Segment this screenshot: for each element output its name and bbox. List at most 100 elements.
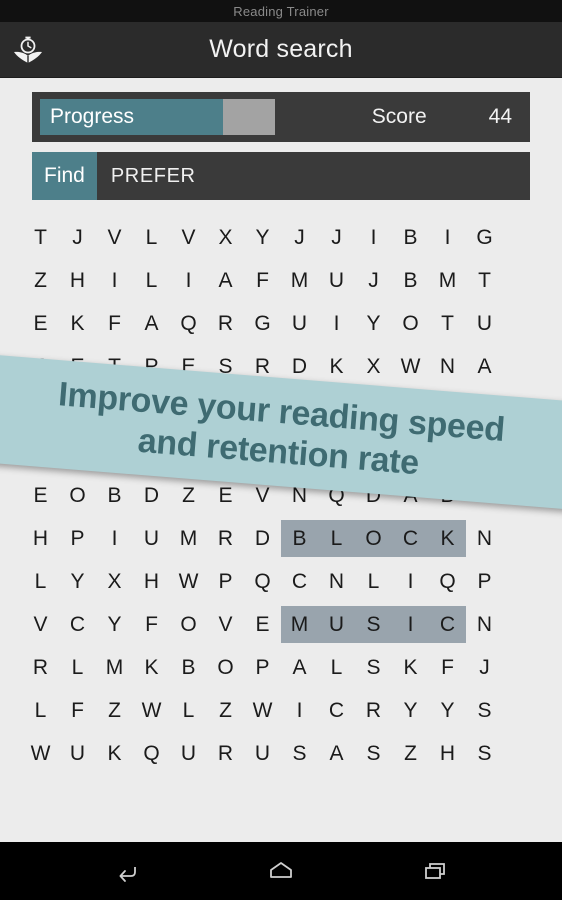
grid-cell[interactable]: Y — [59, 560, 96, 603]
grid-cell[interactable]: Y — [244, 216, 281, 259]
grid-cell[interactable]: K — [429, 517, 466, 560]
grid-cell[interactable]: T — [22, 216, 59, 259]
grid-cell[interactable]: P — [466, 560, 503, 603]
grid-cell[interactable]: I — [96, 259, 133, 302]
grid-cell[interactable]: D — [244, 517, 281, 560]
grid-cell[interactable]: V — [170, 216, 207, 259]
grid-cell[interactable]: T — [466, 259, 503, 302]
grid-cell[interactable]: W — [244, 689, 281, 732]
grid-cell[interactable]: O — [355, 517, 392, 560]
grid-cell[interactable]: A — [207, 259, 244, 302]
grid-cell[interactable]: C — [318, 689, 355, 732]
grid-cell[interactable]: I — [429, 216, 466, 259]
grid-cell[interactable]: A — [466, 345, 503, 388]
grid-cell[interactable]: L — [22, 689, 59, 732]
grid-row[interactable]: VCYFOVEMUSICN — [22, 603, 540, 646]
grid-cell[interactable]: F — [96, 302, 133, 345]
grid-cell[interactable]: Q — [133, 732, 170, 775]
grid-cell[interactable]: F — [59, 689, 96, 732]
grid-cell[interactable]: K — [59, 302, 96, 345]
grid-cell[interactable]: L — [318, 517, 355, 560]
grid-cell[interactable]: S — [466, 689, 503, 732]
grid-cell[interactable]: O — [170, 603, 207, 646]
grid-cell[interactable]: Z — [170, 474, 207, 517]
grid-row[interactable]: EKFAQRGUIYOTU — [22, 302, 540, 345]
grid-cell[interactable]: Z — [392, 732, 429, 775]
grid-cell[interactable]: M — [281, 603, 318, 646]
grid-cell[interactable]: S — [355, 732, 392, 775]
grid-cell[interactable]: C — [392, 517, 429, 560]
grid-cell[interactable]: S — [466, 732, 503, 775]
grid-cell[interactable]: J — [355, 259, 392, 302]
grid-cell[interactable]: L — [133, 259, 170, 302]
grid-cell[interactable]: A — [281, 646, 318, 689]
grid-cell[interactable]: U — [244, 732, 281, 775]
grid-cell[interactable]: N — [429, 345, 466, 388]
grid-cell[interactable]: P — [207, 560, 244, 603]
grid-cell[interactable]: U — [133, 517, 170, 560]
grid-cell[interactable]: P — [244, 646, 281, 689]
grid-cell[interactable]: U — [318, 603, 355, 646]
grid-cell[interactable]: D — [133, 474, 170, 517]
grid-cell[interactable]: H — [429, 732, 466, 775]
grid-cell[interactable]: M — [96, 646, 133, 689]
grid-cell[interactable]: I — [170, 259, 207, 302]
grid-cell[interactable]: B — [392, 216, 429, 259]
grid-cell[interactable]: S — [355, 603, 392, 646]
grid-cell[interactable]: H — [59, 259, 96, 302]
grid-cell[interactable]: I — [318, 302, 355, 345]
home-icon[interactable] — [259, 849, 303, 893]
grid-cell[interactable]: X — [96, 560, 133, 603]
grid-cell[interactable]: Y — [96, 603, 133, 646]
grid-row[interactable]: HPIUMRDBLOCKN — [22, 517, 540, 560]
grid-cell[interactable]: Q — [244, 560, 281, 603]
grid-cell[interactable]: F — [244, 259, 281, 302]
grid-cell[interactable]: M — [429, 259, 466, 302]
grid-cell[interactable]: Y — [392, 689, 429, 732]
grid-cell[interactable]: Z — [207, 689, 244, 732]
grid-row[interactable]: TJVLVXYJJIBIG — [22, 216, 540, 259]
grid-cell[interactable]: E — [22, 474, 59, 517]
grid-cell[interactable]: Q — [429, 560, 466, 603]
grid-cell[interactable]: M — [170, 517, 207, 560]
grid-cell[interactable]: W — [22, 732, 59, 775]
grid-cell[interactable]: F — [133, 603, 170, 646]
grid-cell[interactable]: I — [392, 560, 429, 603]
grid-cell[interactable]: X — [207, 216, 244, 259]
grid-row[interactable]: ZHILIAFMUJBMT — [22, 259, 540, 302]
grid-cell[interactable]: I — [281, 689, 318, 732]
grid-cell[interactable]: L — [355, 560, 392, 603]
grid-cell[interactable]: Q — [170, 302, 207, 345]
grid-cell[interactable]: A — [133, 302, 170, 345]
grid-cell[interactable]: G — [466, 216, 503, 259]
grid-cell[interactable]: V — [207, 603, 244, 646]
grid-cell[interactable]: J — [59, 216, 96, 259]
grid-cell[interactable]: M — [281, 259, 318, 302]
grid-cell[interactable]: N — [466, 517, 503, 560]
grid-cell[interactable]: I — [392, 603, 429, 646]
grid-cell[interactable]: T — [429, 302, 466, 345]
grid-cell[interactable]: F — [429, 646, 466, 689]
grid-cell[interactable]: W — [170, 560, 207, 603]
grid-cell[interactable]: U — [170, 732, 207, 775]
recents-icon[interactable] — [413, 849, 457, 893]
grid-cell[interactable]: X — [355, 345, 392, 388]
grid-row[interactable]: LYXHWPQCNLIQP — [22, 560, 540, 603]
grid-cell[interactable]: R — [22, 646, 59, 689]
grid-cell[interactable]: N — [318, 560, 355, 603]
grid-cell[interactable]: C — [59, 603, 96, 646]
grid-cell[interactable]: H — [22, 517, 59, 560]
grid-cell[interactable]: B — [170, 646, 207, 689]
grid-cell[interactable]: S — [281, 732, 318, 775]
grid-cell[interactable]: Z — [22, 259, 59, 302]
grid-cell[interactable]: E — [244, 603, 281, 646]
grid-cell[interactable]: L — [133, 216, 170, 259]
grid-cell[interactable]: L — [22, 560, 59, 603]
grid-cell[interactable]: S — [355, 646, 392, 689]
grid-cell[interactable]: O — [392, 302, 429, 345]
grid-cell[interactable]: K — [392, 646, 429, 689]
grid-cell[interactable]: P — [59, 517, 96, 560]
stopwatch-book-icon[interactable] — [0, 33, 56, 67]
grid-cell[interactable]: K — [133, 646, 170, 689]
grid-cell[interactable]: Y — [429, 689, 466, 732]
